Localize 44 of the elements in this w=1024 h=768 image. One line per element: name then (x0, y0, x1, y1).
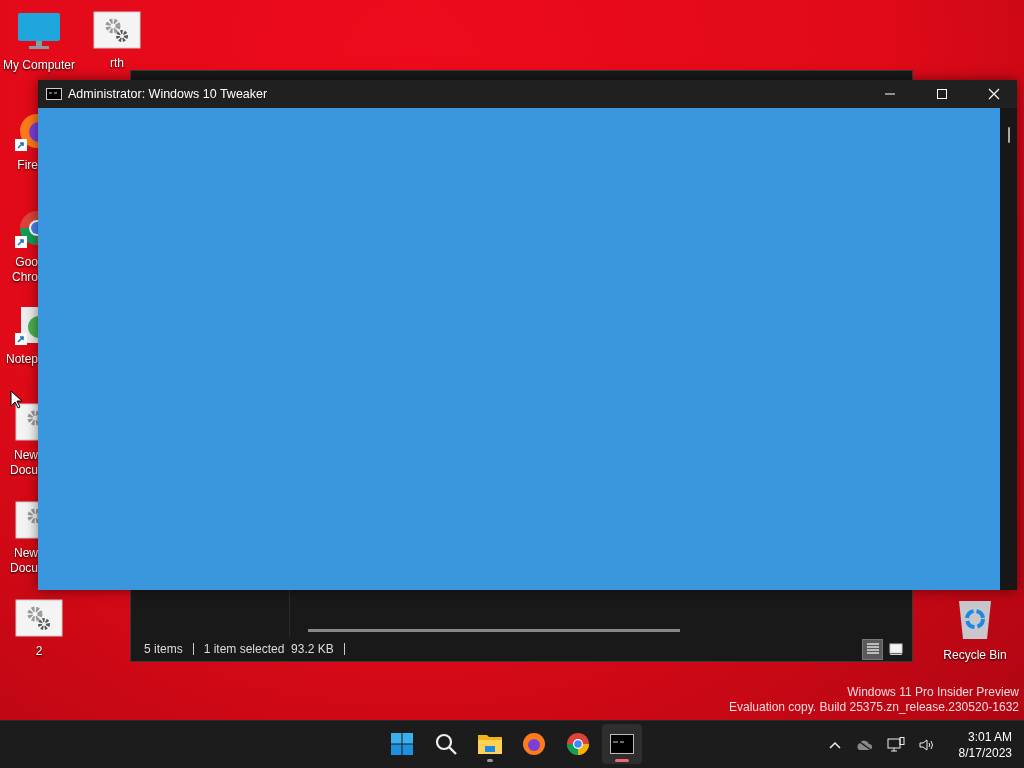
desktop-icon-label[interactable]: Chro (12, 270, 38, 285)
folder-icon (477, 732, 503, 756)
clock-time: 3:01 AM (967, 728, 1012, 745)
status-text: 1 item selected 93.2 KB (203, 642, 334, 656)
desktop-icon-label[interactable]: Docu (10, 463, 38, 478)
desktop-icon-label[interactable]: Recycle Bin (943, 648, 1007, 663)
list-icon (865, 642, 880, 656)
search-icon (434, 732, 458, 756)
desktop-icon-label[interactable]: Fire (17, 158, 38, 173)
desktop-icon-label[interactable]: Goo (15, 255, 38, 270)
desktop-icon-label[interactable]: New (14, 448, 38, 463)
desktop-icon-label[interactable]: New (14, 546, 38, 561)
close-icon (988, 88, 1000, 100)
desktop-icon-label[interactable]: 2 (35, 644, 43, 659)
windows-logo-icon (390, 732, 414, 756)
chrome-icon (566, 732, 590, 756)
horizontal-scrollbar[interactable] (308, 629, 680, 632)
volume-icon[interactable] (918, 737, 935, 752)
console-icon (46, 88, 62, 100)
scrollbar-thumb[interactable] (1007, 127, 1010, 143)
settings-file-icon[interactable] (93, 11, 141, 49)
desktop-icon-label[interactable]: Notep (5, 352, 38, 367)
settings-file-icon[interactable] (15, 501, 38, 539)
terminal-icon (610, 734, 634, 754)
mouse-cursor-icon (10, 390, 22, 409)
status-text: 5 items (144, 642, 183, 656)
window-title: Administrator: Windows 10 Tweaker (68, 87, 268, 101)
terminal-taskbar-button[interactable] (602, 724, 642, 764)
chevron-up-icon[interactable] (828, 740, 841, 749)
desktop-icon-label[interactable]: rth (110, 56, 124, 71)
clock-date: 8/17/2023 (958, 744, 1012, 761)
watermark-text: Windows 11 Pro Insider Preview (847, 685, 1019, 700)
desktop-icon-label[interactable]: My Computer (3, 58, 75, 73)
tiles-icon (888, 642, 903, 656)
cloud-off-icon[interactable] (854, 738, 873, 751)
maximize-icon (936, 88, 948, 100)
firefox-icon (522, 732, 546, 756)
details-view-button[interactable] (862, 638, 883, 660)
watermark-text: Evaluation copy. Build 25375.zn_release.230520-1632 (729, 700, 1019, 715)
clock[interactable]: 3:01 AM 8/17/2023 (958, 728, 1012, 761)
settings-file-icon[interactable] (15, 403, 38, 441)
desktop-icon-label[interactable]: Docu (10, 561, 38, 576)
settings-file-icon[interactable] (15, 599, 63, 637)
network-icon[interactable] (886, 736, 905, 753)
